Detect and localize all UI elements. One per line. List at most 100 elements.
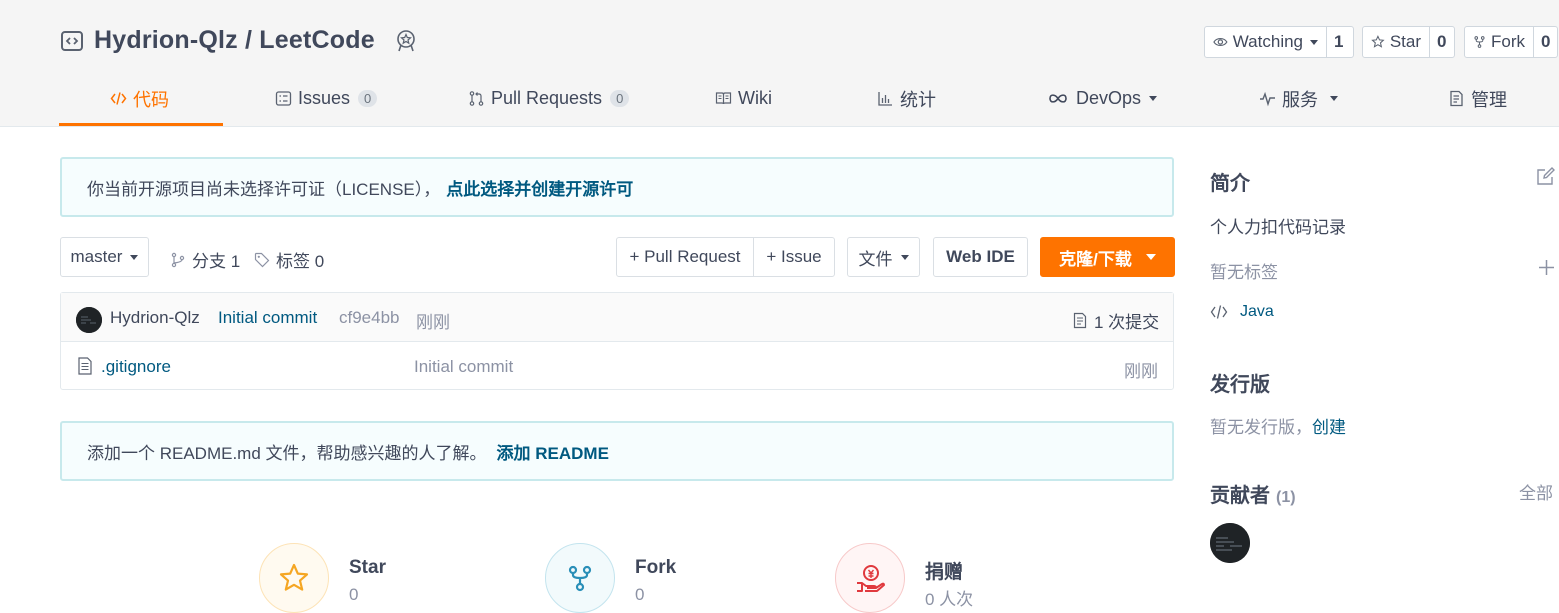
commit-count: 1 次提交 bbox=[1094, 313, 1160, 332]
clone-download-label: 克隆/下载 bbox=[1059, 249, 1132, 269]
tab-manage[interactable]: 管理 bbox=[1448, 70, 1507, 127]
tags-count: 标签 0 bbox=[276, 252, 325, 271]
star-label: Star bbox=[1389, 32, 1421, 51]
add-readme-link[interactable]: 添加 README bbox=[497, 439, 609, 464]
chevron-down-icon bbox=[130, 254, 139, 260]
fork-icon bbox=[568, 565, 592, 592]
tab-code[interactable]: 代码 bbox=[110, 70, 169, 127]
pull-requests-count-badge: 0 bbox=[610, 90, 630, 107]
chevron-down-icon bbox=[900, 254, 909, 260]
chevron-down-icon bbox=[1310, 39, 1318, 45]
tags-link[interactable]: 标签 0 bbox=[254, 247, 324, 272]
file-browser: Hydrion-Qlz Initial commit cf9e4bb 刚刚 1 … bbox=[60, 292, 1174, 390]
tab-issues-label: Issues bbox=[298, 88, 351, 108]
file-menu-label: 文件 bbox=[858, 249, 893, 269]
branch-icon bbox=[171, 252, 185, 267]
branches-count: 分支 1 bbox=[192, 252, 241, 271]
repo-tabs: 代码 Issues 0 Pull Requests 0 Wiki 统计 DevO… bbox=[0, 70, 1559, 127]
tab-devops-label: DevOps bbox=[1076, 88, 1142, 108]
license-notice-text: 你当前开源项目尚未选择许可证（LICENSE）， bbox=[87, 179, 441, 199]
donate-stat-circle[interactable] bbox=[835, 543, 905, 613]
issues-count-badge: 0 bbox=[358, 90, 378, 107]
bar-chart-icon bbox=[878, 92, 892, 106]
star-stat-value: 0 bbox=[349, 585, 359, 604]
repo-name-link[interactable]: Hydrion-Qlz / LeetCode bbox=[94, 26, 375, 55]
file-menu-button[interactable]: 文件 bbox=[847, 237, 920, 277]
code-icon bbox=[1210, 305, 1228, 319]
all-contributors-link[interactable]: 全部 bbox=[1519, 479, 1553, 504]
commit-hash[interactable]: cf9e4bb bbox=[339, 308, 400, 328]
pull-request-icon bbox=[469, 91, 484, 106]
book-icon bbox=[715, 92, 732, 105]
active-tab-indicator bbox=[59, 123, 223, 126]
tab-wiki-label: Wiki bbox=[738, 88, 772, 108]
releases-info: 暂无发行版，创建 bbox=[1210, 413, 1346, 438]
donate-stat-value: 0 人次 bbox=[925, 590, 974, 609]
commit-message-link[interactable]: Initial commit bbox=[218, 308, 317, 328]
releases-heading: 发行版 bbox=[1210, 374, 1270, 396]
tab-stats[interactable]: 统计 bbox=[877, 70, 936, 127]
star-icon bbox=[279, 563, 309, 591]
language-label: Java bbox=[1240, 303, 1274, 320]
fork-stat-label: Fork bbox=[635, 557, 677, 578]
fork-button[interactable]: Fork bbox=[1465, 27, 1534, 57]
chevron-down-icon bbox=[1330, 96, 1338, 101]
branch-select[interactable]: master bbox=[60, 237, 149, 277]
commit-count-link[interactable]: 1 次提交 bbox=[1072, 308, 1159, 333]
watch-count[interactable]: 1 bbox=[1327, 27, 1350, 57]
contributors-title: 贡献者 bbox=[1210, 485, 1270, 507]
create-release-link[interactable]: 创建 bbox=[1312, 418, 1346, 437]
web-ide-button[interactable]: Web IDE bbox=[933, 237, 1028, 277]
star-stat-circle[interactable] bbox=[259, 543, 329, 613]
watch-button[interactable]: Watching bbox=[1205, 27, 1327, 57]
readme-notice: 添加一个 README.md 文件，帮助感兴趣的人了解。 添加 README bbox=[60, 421, 1174, 481]
fork-icon bbox=[1474, 36, 1485, 48]
new-issue-button[interactable]: + Issue bbox=[753, 237, 835, 277]
tab-pull-requests-label: Pull Requests bbox=[491, 88, 603, 108]
fork-stat-circle[interactable] bbox=[545, 543, 615, 613]
watch-label: Watching bbox=[1232, 32, 1303, 51]
contributor-avatar[interactable] bbox=[1210, 523, 1250, 563]
no-tags-text: 暂无标签 bbox=[1210, 263, 1278, 282]
commit-author-link[interactable]: Hydrion-Qlz bbox=[110, 308, 200, 328]
commit-author-avatar[interactable] bbox=[76, 307, 102, 333]
star-count[interactable]: 0 bbox=[1430, 27, 1453, 57]
file-commit-message[interactable]: Initial commit bbox=[414, 357, 513, 377]
repo-description: 个人力扣代码记录 bbox=[1210, 218, 1346, 237]
chevron-down-icon bbox=[1149, 96, 1158, 101]
star-button-group: Star 0 bbox=[1362, 26, 1455, 58]
file-name-link[interactable]: .gitignore bbox=[101, 357, 171, 377]
tag-icon bbox=[254, 252, 270, 267]
tab-issues[interactable]: Issues 0 bbox=[275, 70, 378, 127]
star-button[interactable]: Star bbox=[1363, 27, 1430, 57]
recommend-badge-icon[interactable] bbox=[393, 28, 419, 54]
add-tag-icon[interactable] bbox=[1538, 259, 1555, 276]
contributors-count: (1) bbox=[1276, 489, 1296, 506]
tab-services[interactable]: 服务 bbox=[1259, 70, 1338, 127]
edit-icon[interactable] bbox=[1536, 166, 1556, 186]
eye-icon bbox=[1213, 37, 1228, 47]
fork-stat-value: 0 bbox=[635, 585, 645, 604]
tab-devops[interactable]: DevOps bbox=[1046, 70, 1158, 127]
branches-link[interactable]: 分支 1 bbox=[170, 247, 240, 272]
create-license-link[interactable]: 点此选择并创建开源许可 bbox=[446, 175, 633, 200]
latest-commit-row: Hydrion-Qlz Initial commit cf9e4bb 刚刚 1 … bbox=[61, 293, 1173, 342]
no-release-text: 暂无发行版， bbox=[1210, 418, 1312, 437]
fork-count[interactable]: 0 bbox=[1534, 27, 1557, 57]
donate-stat-label: 捐赠 bbox=[925, 562, 964, 583]
document-settings-icon bbox=[1450, 90, 1463, 107]
new-pull-request-button[interactable]: + Pull Request bbox=[616, 237, 754, 277]
tab-manage-label: 管理 bbox=[1471, 89, 1507, 110]
table-row[interactable]: .gitignore Initial commit 刚刚 bbox=[61, 342, 1173, 390]
repo-code-icon bbox=[61, 30, 83, 51]
clone-download-button[interactable]: 克隆/下载 bbox=[1040, 237, 1175, 277]
branch-select-value: master bbox=[70, 247, 123, 266]
language-item[interactable]: Java bbox=[1210, 303, 1274, 321]
repo-title: Hydrion-Qlz / LeetCode bbox=[60, 26, 419, 55]
tab-pull-requests[interactable]: Pull Requests 0 bbox=[468, 70, 630, 127]
tab-stats-label: 统计 bbox=[900, 89, 936, 110]
chevron-down-icon bbox=[1145, 254, 1156, 260]
readme-notice-text: 添加一个 README.md 文件，帮助感兴趣的人了解。 bbox=[87, 443, 487, 463]
star-icon bbox=[1371, 35, 1385, 48]
tab-wiki[interactable]: Wiki bbox=[715, 70, 772, 127]
